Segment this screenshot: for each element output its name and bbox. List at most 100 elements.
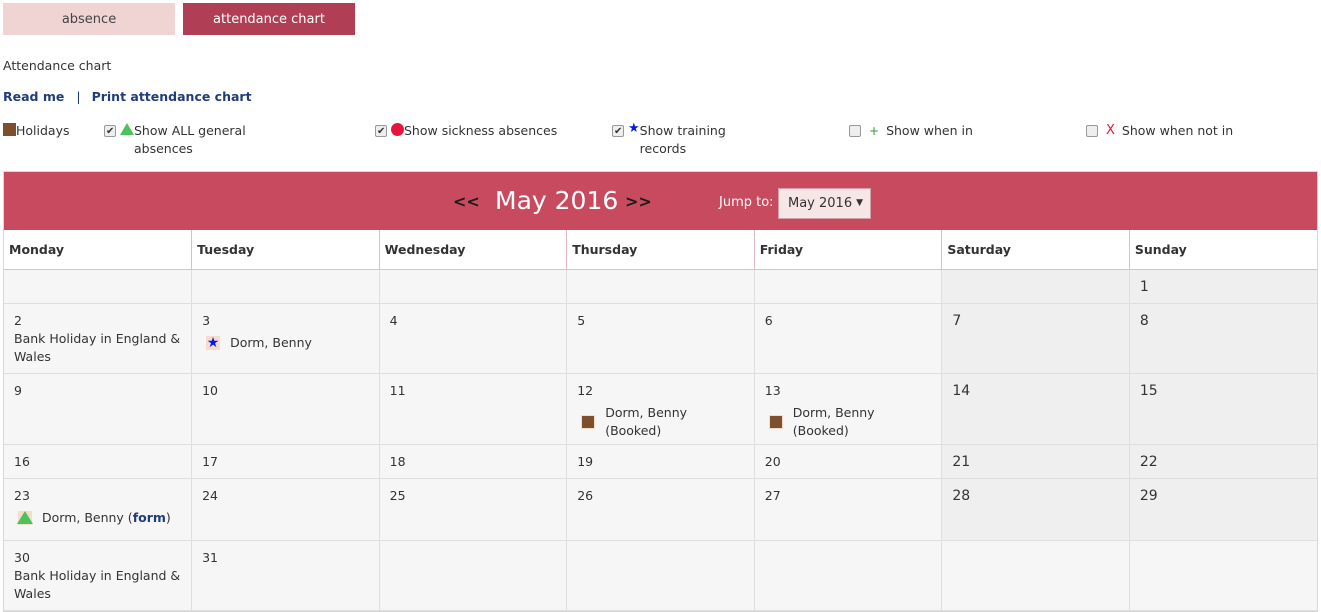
day-cell[interactable]: 6 bbox=[754, 303, 943, 374]
training-records-checkbox[interactable] bbox=[612, 123, 624, 141]
day-number: 12 bbox=[577, 382, 594, 398]
day-number: 24 bbox=[202, 487, 218, 503]
day-cell[interactable] bbox=[1129, 540, 1317, 611]
day-number: 3 bbox=[202, 312, 211, 328]
day-cell[interactable]: 17 bbox=[191, 444, 380, 479]
holiday-square-icon bbox=[768, 414, 783, 429]
day-cell[interactable]: 12 Dorm, Benny (Booked) bbox=[566, 373, 755, 445]
day-cell[interactable]: 26 bbox=[566, 478, 755, 541]
when-in-checkbox[interactable] bbox=[849, 125, 861, 137]
day-cell[interactable]: 2 Bank Holiday in England & Wales bbox=[4, 303, 193, 374]
day-cell[interactable]: 7 bbox=[941, 303, 1130, 374]
day-number: 5 bbox=[577, 312, 586, 328]
holiday-note: Bank Holiday in England & Wales bbox=[14, 330, 181, 364]
general-absences-checkbox[interactable] bbox=[104, 123, 116, 141]
weekday-header-sunday: Sunday bbox=[1129, 230, 1317, 270]
day-cell[interactable]: 14 bbox=[941, 373, 1130, 445]
tab-absence[interactable]: absence bbox=[3, 3, 175, 35]
holiday-square-icon bbox=[581, 414, 596, 429]
day-number: 10 bbox=[202, 382, 218, 398]
legend-general: Show ALL general absences bbox=[104, 122, 264, 158]
day-number: 25 bbox=[389, 487, 406, 503]
day-cell[interactable]: 3 ★ Dorm, Benny bbox=[191, 303, 380, 374]
day-number: 16 bbox=[14, 453, 30, 469]
legend-when-not-in: X Show when not in bbox=[1086, 122, 1233, 140]
day-cell[interactable]: 24 bbox=[191, 478, 380, 541]
day-cell[interactable] bbox=[379, 540, 568, 611]
calendar-event[interactable]: ★ Dorm, Benny bbox=[206, 334, 369, 352]
event-text-suffix: ) bbox=[165, 509, 171, 525]
day-cell[interactable]: 27 bbox=[754, 478, 943, 541]
day-cell[interactable]: 1 bbox=[1129, 269, 1317, 304]
legend: Holidays Show ALL general absences Show … bbox=[0, 122, 1321, 162]
day-cell[interactable]: 4 bbox=[379, 303, 568, 374]
weekday-header-wednesday: Wednesday bbox=[379, 230, 568, 270]
jump-to-select[interactable]: May 2016 ▼ bbox=[778, 188, 871, 219]
when-not-in-checkbox[interactable] bbox=[1086, 125, 1098, 137]
calendar-event[interactable]: Dorm, Benny (Booked) bbox=[768, 404, 932, 440]
sickness-absences-checkbox[interactable] bbox=[375, 123, 387, 141]
day-cell[interactable]: 31 bbox=[191, 540, 380, 611]
legend-sickness: Show sickness absences bbox=[375, 122, 557, 141]
day-cell[interactable] bbox=[4, 269, 193, 304]
day-cell[interactable]: 10 bbox=[191, 373, 380, 445]
jump-to-label: Jump to: bbox=[719, 195, 774, 210]
previous-month-button[interactable]: << bbox=[453, 192, 480, 211]
form-link[interactable]: form bbox=[133, 509, 166, 527]
day-cell[interactable]: 19 bbox=[566, 444, 755, 479]
day-number: 26 bbox=[577, 487, 594, 503]
day-number: 31 bbox=[202, 549, 218, 565]
link-bar: Read me | Print attendance chart bbox=[3, 89, 252, 104]
day-cell[interactable]: 8 bbox=[1129, 303, 1317, 374]
day-cell[interactable] bbox=[566, 540, 755, 611]
day-cell[interactable]: 29 bbox=[1129, 478, 1317, 541]
week-row: 16 17 18 19 20 21 22 bbox=[4, 444, 1317, 479]
print-attendance-chart-link[interactable]: Print attendance chart bbox=[92, 89, 252, 104]
weekday-header-tuesday: Tuesday bbox=[191, 230, 380, 270]
next-month-button[interactable]: >> bbox=[625, 192, 652, 211]
day-number: 7 bbox=[952, 312, 962, 329]
day-cell[interactable] bbox=[941, 269, 1130, 304]
day-cell[interactable] bbox=[566, 269, 755, 304]
read-me-link[interactable]: Read me bbox=[3, 89, 64, 104]
day-cell[interactable]: 5 bbox=[566, 303, 755, 374]
day-cell[interactable]: 13 Dorm, Benny (Booked) bbox=[754, 373, 943, 445]
day-cell[interactable]: 18 bbox=[379, 444, 568, 479]
day-cell[interactable] bbox=[754, 540, 943, 611]
day-cell[interactable]: 15 bbox=[1129, 373, 1317, 445]
day-cell[interactable]: 21 bbox=[941, 444, 1130, 479]
event-text: Dorm, Benny (Booked) bbox=[605, 404, 688, 438]
day-number: 18 bbox=[389, 453, 406, 469]
day-cell[interactable] bbox=[754, 269, 943, 304]
calendar: << May 2016 >> Jump to: May 2016 ▼ Monda… bbox=[3, 171, 1318, 612]
day-number: 17 bbox=[202, 453, 218, 469]
day-number: 22 bbox=[1139, 453, 1158, 470]
day-cell[interactable] bbox=[941, 540, 1130, 611]
tab-attendance-chart[interactable]: attendance chart bbox=[183, 3, 355, 35]
calendar-event[interactable]: Dorm, Benny (Booked) bbox=[581, 404, 744, 440]
legend-holidays: Holidays bbox=[3, 122, 70, 140]
day-cell[interactable]: 20 bbox=[754, 444, 943, 479]
page-title: Attendance chart bbox=[3, 58, 112, 73]
day-cell[interactable]: 16 bbox=[4, 444, 193, 479]
day-cell[interactable] bbox=[191, 269, 380, 304]
day-number: 21 bbox=[952, 453, 971, 470]
day-cell[interactable]: 28 bbox=[941, 478, 1130, 541]
day-number: 19 bbox=[577, 453, 594, 469]
day-cell[interactable] bbox=[379, 269, 568, 304]
day-cell[interactable]: 23 Dorm, Benny (form) bbox=[4, 478, 193, 541]
dropdown-arrow-icon: ▼ bbox=[856, 198, 863, 208]
general-absence-triangle-icon bbox=[17, 510, 33, 525]
day-number: 4 bbox=[389, 312, 398, 328]
day-cell[interactable]: 11 bbox=[379, 373, 568, 445]
day-cell[interactable]: 30 Bank Holiday in England & Wales bbox=[4, 540, 193, 611]
plus-icon: + bbox=[869, 124, 880, 138]
day-cell[interactable]: 22 bbox=[1129, 444, 1317, 479]
calendar-event[interactable]: Dorm, Benny (form) bbox=[17, 509, 181, 527]
week-row: 30 Bank Holiday in England & Wales 31 bbox=[4, 540, 1317, 611]
day-cell[interactable]: 25 bbox=[379, 478, 568, 541]
red-dot-icon bbox=[391, 123, 404, 136]
week-row: 2 Bank Holiday in England & Wales 3 ★ Dorm, … bbox=[4, 303, 1317, 374]
day-cell[interactable]: 9 bbox=[4, 373, 193, 445]
jump-to-value: May 2016 bbox=[788, 196, 853, 211]
